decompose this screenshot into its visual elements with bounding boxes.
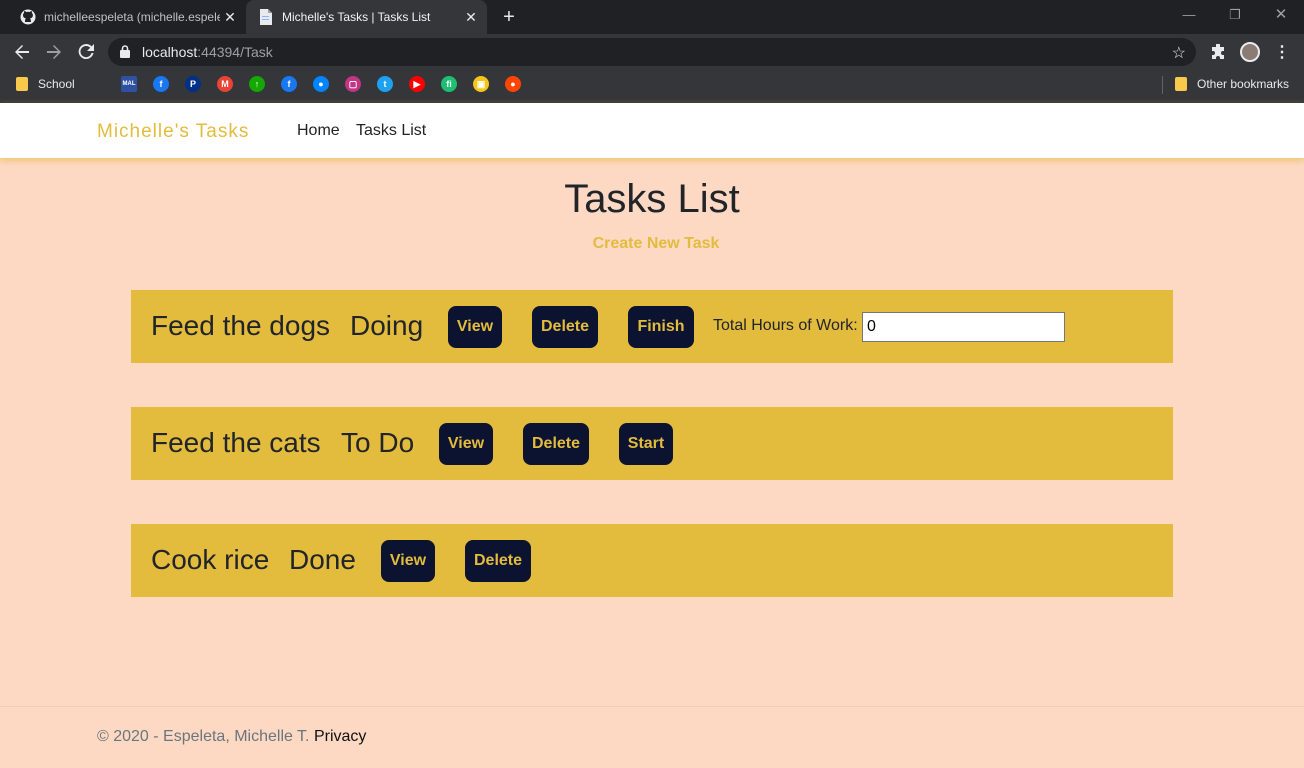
privacy-link[interactable]: Privacy (314, 728, 366, 745)
minimize-icon[interactable]: — (1166, 0, 1212, 30)
bookmarks-divider (1162, 76, 1163, 94)
github-icon (20, 9, 36, 25)
close-tab-icon[interactable]: ✕ (463, 9, 479, 25)
messenger-icon[interactable]: ● (313, 76, 329, 92)
create-task-link[interactable]: Create New Task (0, 235, 1304, 253)
reddit-icon[interactable]: ● (505, 76, 521, 92)
delete-task-button[interactable]: Delete (465, 540, 531, 582)
url-text: localhost:44394/Task (142, 44, 273, 60)
folder-icon (1175, 77, 1187, 91)
page-icon (258, 9, 274, 25)
address-bar[interactable]: localhost:44394/Task ☆ (108, 38, 1196, 66)
lock-icon (120, 45, 130, 63)
hours-label: Total Hours of Work: (713, 317, 858, 334)
footer-divider (0, 706, 1304, 707)
task-name: Cook rice (151, 544, 270, 575)
task-status: Done (289, 544, 356, 575)
close-tab-icon[interactable]: ✕ (222, 9, 238, 25)
tab-title: Michelle's Tasks | Tasks List (282, 10, 431, 24)
bookmark-label: Other bookmarks (1197, 77, 1290, 91)
fiverr-icon[interactable]: fi (441, 76, 457, 92)
task-card: Feed the cats To Do View Delete Start (131, 407, 1173, 480)
view-task-button[interactable]: View (448, 306, 502, 348)
restore-icon[interactable]: ❐ (1212, 0, 1258, 30)
start-task-button[interactable]: Start (619, 423, 673, 465)
bookmark-star-icon[interactable]: ☆ (1172, 43, 1186, 63)
finish-task-button[interactable]: Finish (628, 306, 694, 348)
profile-avatar[interactable] (1240, 42, 1260, 62)
back-arrow-icon[interactable] (10, 40, 34, 64)
browser-tab-tasks[interactable]: Michelle's Tasks | Tasks List ✕ (246, 0, 487, 34)
view-task-button[interactable]: View (439, 423, 493, 465)
paypal-icon[interactable]: P (185, 76, 201, 92)
task-card: Cook rice Done View Delete (131, 524, 1173, 597)
nav-tasks-link[interactable]: Tasks List (356, 122, 426, 140)
task-name: Feed the cats (151, 427, 321, 458)
delete-task-button[interactable]: Delete (532, 306, 598, 348)
task-name: Feed the dogs (151, 310, 331, 341)
instagram-icon[interactable]: ▢ (345, 76, 361, 92)
delete-task-button[interactable]: Delete (523, 423, 589, 465)
site-brand[interactable]: Michelle's Tasks (97, 121, 249, 143)
forward-arrow-icon[interactable] (42, 40, 66, 64)
reload-icon[interactable] (74, 40, 98, 64)
twitter-icon[interactable]: t (377, 76, 393, 92)
view-task-button[interactable]: View (381, 540, 435, 582)
tab-title: michelleespeleta (michelle.espele (44, 10, 220, 24)
close-window-icon[interactable]: ✕ (1258, 0, 1304, 30)
footer-copyright: © 2020 - Espeleta, Michelle T. (97, 728, 310, 745)
footer: © 2020 - Espeleta, Michelle T. Privacy (97, 728, 366, 746)
task-status: To Do (341, 427, 415, 458)
notes-icon[interactable]: ▣ (473, 76, 489, 92)
extensions-icon[interactable] (1206, 40, 1230, 64)
facebook-icon[interactable]: f (281, 76, 297, 92)
youtube-icon[interactable]: ▶ (409, 76, 425, 92)
facebook-icon[interactable]: f (153, 76, 169, 92)
page-title: Tasks List (564, 177, 740, 221)
browser-toolbar: localhost:44394/Task ☆ ⋮ (0, 34, 1304, 70)
nav-home-link[interactable]: Home (297, 122, 340, 140)
task-status: Doing (350, 310, 424, 341)
hours-input[interactable] (862, 312, 1065, 342)
folder-icon (16, 77, 28, 91)
gmail-icon[interactable]: M (217, 76, 233, 92)
bookmark-folder-school[interactable]: School (16, 77, 75, 91)
upwork-icon[interactable]: ↑ (249, 76, 265, 92)
bookmark-folder-other[interactable]: Other bookmarks (1175, 77, 1289, 91)
site-navbar: Michelle's Tasks Home Tasks List (0, 103, 1304, 159)
browser-tab-github[interactable]: michelleespeleta (michelle.espele ✕ (8, 0, 246, 34)
bookmark-label: School (38, 77, 75, 91)
task-card: Feed the dogs Doing View Delete Finish T… (131, 290, 1173, 363)
mal-icon[interactable]: MAL (121, 76, 137, 92)
new-tab-button[interactable]: + (498, 7, 520, 29)
menu-dots-icon[interactable]: ⋮ (1270, 40, 1294, 64)
browser-tab-strip: michelleespeleta (michelle.espele ✕ Mich… (0, 0, 1304, 34)
